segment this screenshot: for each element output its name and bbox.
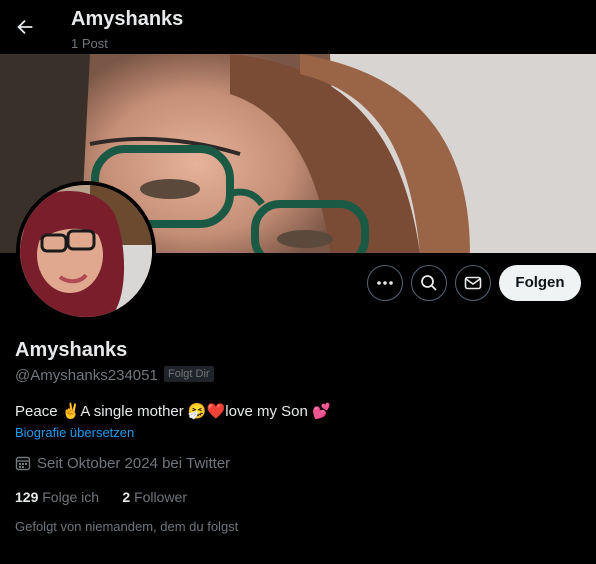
- follows-you-badge: Folgt Dir: [164, 366, 214, 382]
- more-icon: [377, 281, 393, 285]
- following-count: 129: [15, 489, 39, 505]
- joined-text: Seit Oktober 2024 bei Twitter: [37, 455, 231, 472]
- calendar-icon: [15, 456, 31, 471]
- following-label: Folge ich: [42, 489, 100, 505]
- translate-bio-link[interactable]: Biografie übersetzen: [15, 425, 134, 440]
- followers-count: 2: [122, 489, 131, 505]
- followed-by-text: Gefolgt von niemandem, dem du folgst: [15, 519, 239, 534]
- followers-link[interactable]: 2 Follower: [122, 489, 187, 505]
- profile-display-name: Amyshanks: [15, 339, 128, 361]
- search-icon: [421, 275, 437, 291]
- header-title: Amyshanks: [71, 8, 184, 30]
- message-button[interactable]: [455, 265, 491, 301]
- mail-icon: [464, 276, 482, 290]
- search-button[interactable]: [411, 265, 447, 301]
- joined-date: Seit Oktober 2024 bei Twitter: [15, 455, 230, 472]
- followers-label: Follower: [134, 489, 187, 505]
- follow-button[interactable]: Folgen: [499, 265, 581, 301]
- top-bar: Amyshanks 1 Post: [0, 0, 596, 54]
- following-link[interactable]: 129 Folge ich: [15, 489, 99, 505]
- back-arrow-icon[interactable]: [14, 16, 36, 38]
- more-options-button[interactable]: [367, 265, 403, 301]
- avatar[interactable]: [16, 181, 156, 321]
- profile-bio: Peace ✌️A single mother 🤧❤️love my Son 💕: [15, 403, 331, 420]
- header-post-count: 1 Post: [71, 36, 108, 51]
- profile-handle: @Amyshanks234051: [15, 367, 158, 384]
- profile-stats: 129 Folge ich 2 Follower: [15, 489, 187, 505]
- avatar-photo: [20, 185, 152, 317]
